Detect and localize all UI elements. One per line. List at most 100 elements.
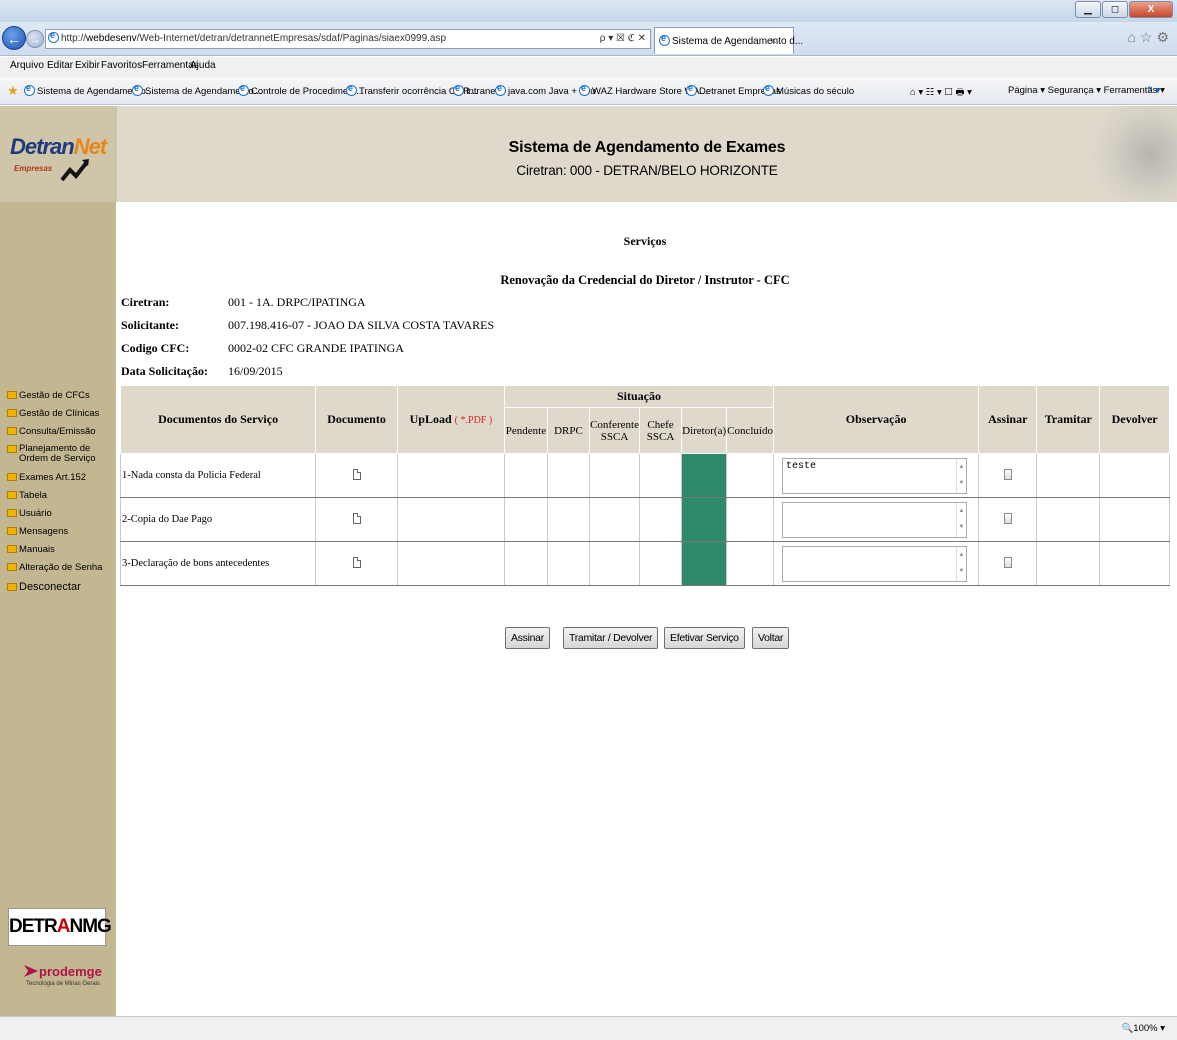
observacao-textarea[interactable]: ▲ ▼ — [781, 545, 967, 582]
detranmg-a: DETR — [9, 916, 58, 937]
assinar-cell — [978, 541, 1038, 586]
sidebar-item-manuais[interactable]: Manuais — [7, 545, 55, 555]
folder-icon — [7, 409, 17, 417]
assinar-cell — [978, 497, 1038, 542]
status-chefe — [638, 453, 683, 498]
devolver-cell — [1099, 453, 1170, 498]
status-drpc — [546, 541, 591, 586]
address-tools[interactable]: ρ ▾ ☒ ℭ ✕ — [600, 33, 646, 44]
menu-exibir[interactable]: Exibir — [75, 60, 100, 71]
assinar-button[interactable]: Assinar — [505, 627, 550, 649]
favorites-star-icon[interactable]: ★ — [7, 83, 19, 99]
sidebar-item-label: Exames Art.152 — [19, 472, 87, 483]
forward-button[interactable]: → — [26, 30, 44, 48]
textarea-scrollbar[interactable]: ▲ ▼ — [955, 458, 966, 493]
tab-ie-icon — [659, 33, 670, 46]
status-pendente — [503, 497, 548, 542]
favorite-link[interactable]: Músicas do século — [763, 83, 854, 97]
document-name: 3-Declaração de bons antecedentes — [119, 541, 317, 586]
info-value-solicitante: 007.198.416-07 - JOAO DA SILVA COSTA TAV… — [228, 318, 495, 332]
sidebar-item-alteracao-senha[interactable]: Alteração de Senha — [7, 563, 102, 573]
info-label-solicitante: Solicitante: — [121, 318, 179, 332]
browser-tab[interactable]: Sistema de Agendamento d... ✕ — [654, 27, 803, 54]
assinar-checkbox[interactable] — [1003, 468, 1012, 480]
folder-icon — [7, 527, 17, 535]
favorite-link[interactable]: Intranet — [453, 83, 498, 97]
url-prefix: http:// — [61, 33, 87, 44]
document-icon[interactable] — [352, 512, 361, 524]
service-title: Renovação da Credencial do Diretor / Ins… — [500, 273, 790, 287]
sidebar-item-mensagens[interactable]: Mensagens — [7, 527, 68, 537]
status-bar: 🔍100% ▾ — [0, 1016, 1177, 1040]
logo-text: DetranNet — [10, 134, 107, 160]
sidebar-item-exames[interactable]: Exames Art.152 — [7, 473, 86, 483]
status-chefe — [638, 497, 683, 542]
menu-arquivo[interactable]: Arquivo — [10, 60, 44, 71]
help-icon[interactable]: ? ▾ — [1147, 85, 1160, 96]
document-cell[interactable] — [315, 497, 398, 542]
col-observacao: Observação — [772, 385, 980, 454]
address-row: ← → http://webdesenv/Web-Internet/detran… — [0, 22, 1177, 56]
tab-close-icon[interactable]: ✕ — [769, 36, 777, 47]
address-url[interactable]: http://webdesenv/Web-Internet/detran/det… — [61, 33, 446, 44]
document-cell[interactable] — [315, 541, 398, 586]
sidebar-item-label: Mensagens — [19, 526, 69, 537]
textarea-scrollbar[interactable]: ▲ ▼ — [955, 502, 966, 537]
tramitar-cell — [1036, 453, 1101, 498]
status-diretor — [681, 453, 728, 498]
app-header: DetranNet Empresas Sistema de Agendament… — [0, 106, 1177, 202]
sidebar-item-desconectar[interactable]: Desconectar — [7, 582, 81, 593]
observacao-textarea[interactable]: teste ▲ ▼ — [781, 457, 967, 494]
col-diretor: Diretor(a) — [681, 407, 728, 454]
home-favorites-tools-icons[interactable]: ⌂☆⚙ — [1127, 29, 1173, 46]
app-subtitle: Ciretran: 000 - DETRAN/BELO HORIZONTE — [516, 163, 778, 178]
command-bar-menus[interactable]: Página ▾ Segurança ▾ Ferramentas ▾ — [1008, 85, 1165, 96]
close-button[interactable]: X — [1129, 1, 1173, 18]
sidebar-item-planejamento[interactable]: Planejamento de Ordem de Serviço — [7, 444, 107, 464]
documents-table: Documentos do Serviço Documento UpLoad (… — [119, 385, 1170, 586]
col-upload: UpLoad ( *.PDF ) — [396, 385, 505, 454]
menu-editar[interactable]: Editar — [47, 60, 73, 71]
menu-ajuda[interactable]: Ajuda — [190, 60, 216, 71]
detrannet-logo[interactable]: DetranNet Empresas — [0, 106, 117, 202]
ie-page-icon — [48, 30, 59, 43]
ie-icon — [686, 83, 697, 96]
tramitar-cell — [1036, 497, 1101, 542]
info-value-data: 16/09/2015 — [228, 364, 283, 378]
document-icon[interactable] — [352, 556, 361, 568]
sidebar-item-consulta-emissao[interactable]: Consulta/Emissão — [7, 427, 96, 437]
observacao-textarea[interactable]: ▲ ▼ — [781, 501, 967, 538]
window-titlebar: ▁ ◻ X — [0, 0, 1177, 22]
command-icons[interactable]: ⌂ ▾ ☷ ▾ ☐ 🖶 ▾ — [910, 85, 972, 101]
voltar-button[interactable]: Voltar — [752, 627, 790, 649]
info-value-ciretran: 001 - 1A. DRPC/IPATINGA — [228, 295, 366, 309]
efetivar-servico-button[interactable]: Efetivar Serviço — [664, 627, 745, 649]
sidebar-item-gestao-cfcs[interactable]: Gestão de CFCs — [7, 391, 90, 401]
zoom-control[interactable]: 🔍100% ▾ — [1121, 1023, 1165, 1034]
folder-icon — [7, 583, 17, 591]
sidebar-item-usuario[interactable]: Usuário — [7, 509, 52, 519]
col-chefe: Chefe SSCA — [638, 407, 683, 454]
minimize-button[interactable]: ▁ — [1075, 1, 1101, 18]
tramitar-devolver-button[interactable]: Tramitar / Devolver — [563, 627, 659, 649]
address-bar[interactable]: http://webdesenv/Web-Internet/detran/det… — [45, 29, 651, 49]
observacao-cell: ▲ ▼ — [772, 497, 980, 542]
folder-icon — [7, 445, 17, 453]
sidebar: Gestão de CFCs Gestão de Clínicas Consul… — [0, 202, 116, 1016]
status-pendente — [503, 541, 548, 586]
sidebar-item-tabela[interactable]: Tabela — [7, 491, 47, 501]
document-cell[interactable] — [315, 453, 398, 498]
upload-cell — [396, 497, 505, 542]
back-button[interactable]: ← — [2, 26, 26, 50]
app-title: Sistema de Agendamento de Exames — [508, 139, 786, 156]
ie-icon — [453, 83, 464, 96]
assinar-checkbox[interactable] — [1003, 556, 1012, 568]
maximize-button[interactable]: ◻ — [1102, 1, 1128, 18]
assinar-checkbox[interactable] — [1003, 512, 1012, 524]
textarea-scrollbar[interactable]: ▲ ▼ — [955, 546, 966, 581]
document-icon[interactable] — [352, 468, 361, 480]
zoom-level: 100% ▾ — [1133, 1023, 1165, 1034]
window-controls: ▁ ◻ X — [1075, 1, 1173, 18]
menu-favoritos[interactable]: Favoritos — [101, 60, 142, 71]
sidebar-item-gestao-clinicas[interactable]: Gestão de Clínicas — [7, 409, 99, 419]
